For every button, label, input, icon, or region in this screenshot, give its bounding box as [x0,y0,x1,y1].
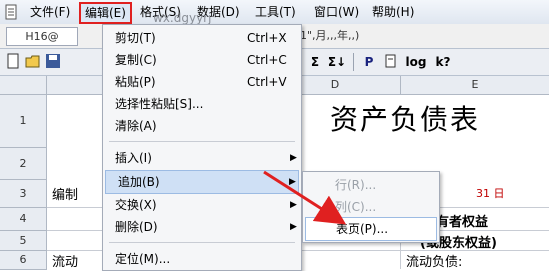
menu-item-label: 粘贴(P) [115,75,156,89]
shortcut-label: Ctrl+C [247,53,287,67]
menu-tools[interactable]: 工具(T) [251,3,300,21]
open-icon[interactable] [24,53,42,71]
column-header-e[interactable]: E [401,76,549,95]
cell-e3-date[interactable]: 31 日 [476,185,505,201]
menu-item-label: 追加(B) [118,175,160,189]
menu-item-label: 定位(M)... [115,252,171,266]
menu-item-label: 清除(A) [115,119,157,133]
menu-item-copy[interactable]: 复制(C) Ctrl+C [103,49,301,71]
p-icon[interactable]: P [360,53,378,71]
menu-file[interactable]: 文件(F) [26,3,74,21]
sum-icon[interactable]: Σ [306,53,324,71]
cell-e6[interactable]: 流动负债: [406,251,462,270]
row-header-4[interactable]: 4 [0,208,47,231]
menu-item-cut[interactable]: 剪切(T) Ctrl+X [103,27,301,49]
edit-dropdown-menu: 剪切(T) Ctrl+X 复制(C) Ctrl+C 粘贴(P) Ctrl+V 选… [102,24,302,271]
toolbar-separator [353,53,354,71]
menu-bar: 文件(F) 编辑(E) 格式(S) 数据(D) 工具(T) 窗口(W) 帮助(H… [0,0,549,25]
cell-reference-box[interactable]: H16@ [6,27,78,46]
menu-edit[interactable]: 编辑(E) [79,2,132,24]
menu-item-clear[interactable]: 清除(A) [103,115,301,137]
menu-help[interactable]: 帮助(H) [368,3,418,21]
menu-separator [109,141,295,142]
row-header-1[interactable]: 1 [0,95,47,148]
menu-item-label: 选择性粘贴[S]... [115,97,204,111]
menu-item-insert[interactable]: 插入(I) ▶ [103,147,301,169]
row-header-5[interactable]: 5 [0,231,47,251]
red-arrow-annotation [263,170,347,225]
row-header-6[interactable]: 6 [0,251,47,270]
menu-item-label: 剪切(T) [115,31,156,45]
row-header-2[interactable]: 2 [0,148,47,180]
menu-item-label: 交换(X) [115,198,157,212]
properties-icon[interactable] [382,53,400,71]
corner-header[interactable] [0,76,47,95]
cell-b3[interactable]: 编制 [52,184,78,203]
menu-item-label: 插入(I) [115,151,152,165]
menu-window[interactable]: 窗口(W) [310,3,363,21]
menu-item-paste[interactable]: 粘贴(P) Ctrl+V [103,71,301,93]
shortcut-label: Ctrl+X [247,31,287,45]
sort-icon[interactable]: Σ↓ [326,53,348,71]
app-document-icon [3,4,19,20]
help-pointer-icon[interactable]: k? [432,53,454,71]
menu-item-label: 复制(C) [115,53,157,67]
log-icon[interactable]: log [404,53,428,71]
menu-item-label: 删除(D) [115,220,158,234]
new-icon[interactable] [4,53,22,71]
shortcut-label: Ctrl+V [247,75,287,89]
save-icon[interactable] [44,53,62,71]
sheet-title: 资产负债表 [330,103,481,136]
menu-item-paste-special[interactable]: 选择性粘贴[S]... [103,93,301,115]
formula-text[interactable]: 1",月,,,年,,) [300,27,359,44]
row-header-3[interactable]: 3 [0,180,47,208]
submenu-arrow-icon: ▶ [290,153,297,163]
menu-separator [109,242,295,243]
watermark-text: wx.dgyyrj [153,11,212,25]
cell-b6[interactable]: 流动 [52,251,78,270]
menu-item-goto[interactable]: 定位(M)... [103,248,301,270]
